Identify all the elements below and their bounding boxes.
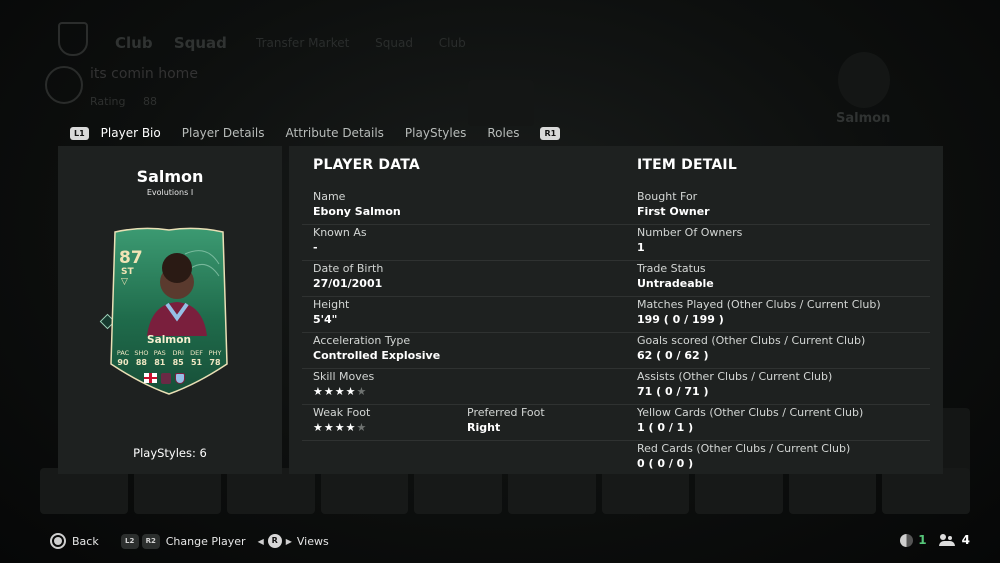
stat-value-def: 51 <box>190 358 203 367</box>
stat-value-sho: 88 <box>135 358 147 367</box>
playstyles-count: PlayStyles: 6 <box>133 446 207 460</box>
field-preferred-foot: Preferred Foot Right <box>467 406 545 434</box>
club-badge-icon <box>45 66 83 104</box>
bg-card-tile <box>468 80 534 126</box>
item-yellow-cards: Yellow Cards (Other Clubs / Current Club… <box>637 406 864 434</box>
field-skill-moves: Skill Moves ★★★★★ <box>313 370 375 399</box>
tab-attribute-details[interactable]: Attribute Details <box>286 126 384 140</box>
tab-roles[interactable]: Roles <box>487 126 519 140</box>
star-icon: ★ <box>313 421 324 434</box>
star-icon: ★ <box>356 421 368 434</box>
stat-label-pac: PAC <box>116 349 130 357</box>
item-bought-for: Bought For First Owner <box>637 190 710 218</box>
controller-hints-bar: Back L2 R2 Change Player ◀ R ▶ Views <box>50 533 329 549</box>
bg-nav-squad: Squad <box>173 34 227 52</box>
stat-label-dri: DRI <box>172 349 184 357</box>
star-icon: ★ <box>345 385 357 398</box>
player-info-tabs: L1 Player Bio Player Details Attribute D… <box>70 124 561 142</box>
league-badge-icon <box>161 373 171 384</box>
star-icon: ★ <box>313 385 324 398</box>
card-player-name: Salmon <box>147 334 191 346</box>
bg-squad-name: its comin home <box>90 66 198 82</box>
field-date-of-birth: Date of Birth 27/01/2001 <box>313 262 384 290</box>
change-player-hint[interactable]: Change Player <box>166 535 246 548</box>
bg-sub-squad: Squad <box>375 36 413 50</box>
stat-label-pas: PAS <box>153 349 166 357</box>
card-position: ST <box>121 267 134 277</box>
field-name: Name Ebony Salmon <box>313 190 401 218</box>
stat-value-phy: 78 <box>209 358 221 367</box>
card-stat-labels: PAC SHO PAS DRI DEF PHY <box>115 349 223 357</box>
bg-rating: Rating 88 <box>90 95 157 108</box>
right-arrow-icon: ▶ <box>285 536 292 546</box>
weak-foot-stars-icon: ★★★★★ <box>313 421 370 435</box>
stat-value-pas: 81 <box>154 358 166 367</box>
item-red-cards: Red Cards (Other Clubs / Current Club) 0… <box>637 442 851 470</box>
stat-label-sho: SHO <box>134 349 149 357</box>
left-arrow-icon: ◀ <box>257 536 264 546</box>
l1-button-icon[interactable]: L1 <box>70 126 89 140</box>
tab-player-bio[interactable]: Player Bio <box>101 126 161 140</box>
users-icon <box>938 534 955 546</box>
item-assists: Assists (Other Clubs / Current Club) 71 … <box>637 370 833 398</box>
item-trade-status: Trade Status Untradeable <box>637 262 714 290</box>
player-data-panel: PLAYER DATA ITEM DETAIL Name Ebony Salmo… <box>289 146 943 474</box>
skill-moves-stars-icon: ★★★★★ <box>313 385 374 399</box>
player-version: Evolutions I <box>146 188 194 197</box>
green-count: 1 <box>918 533 927 547</box>
club-crest-icon <box>175 373 185 384</box>
player-data-heading: PLAYER DATA <box>313 157 420 173</box>
r-stick-button-icon[interactable]: R <box>267 534 282 548</box>
users-count: 4 <box>961 533 970 547</box>
bg-right-player-name: Salmon <box>836 111 891 126</box>
england-flag-icon <box>144 373 157 383</box>
item-number-of-owners: Number Of Owners 1 <box>637 226 743 254</box>
field-known-as: Known As - <box>313 226 367 254</box>
tab-playstyles[interactable]: PlayStyles <box>405 126 466 140</box>
player-card: 87 ST ▽ Salmon PAC SHO PAS DRI DEF PHY 9… <box>107 224 231 396</box>
bg-sub-nav: Transfer Market Squad Club <box>256 36 488 50</box>
stat-value-pac: 90 <box>117 358 129 367</box>
tab-player-details[interactable]: Player Details <box>182 126 265 140</box>
r1-button-icon[interactable]: R1 <box>540 126 561 140</box>
field-weak-foot: Weak Foot ★★★★★ <box>313 406 371 435</box>
card-rating: 87 <box>119 248 143 268</box>
player-name-heading: Salmon <box>136 167 204 186</box>
star-icon: ★ <box>334 421 346 434</box>
back-hint[interactable]: Back <box>72 535 99 548</box>
status-indicators: 1 4 <box>900 533 970 547</box>
item-goals-scored: Goals scored (Other Clubs / Current Club… <box>637 334 866 362</box>
star-icon: ★ <box>356 385 368 398</box>
stat-value-dri: 85 <box>172 358 184 367</box>
stat-label-def: DEF <box>190 349 203 357</box>
bg-nav-club: Club <box>115 34 153 52</box>
card-badges <box>144 373 185 384</box>
ut-logo-icon <box>58 22 88 56</box>
card-stat-values: 90 88 81 85 51 78 <box>115 358 223 367</box>
stat-label-phy: PHY <box>208 349 222 357</box>
item-matches-played: Matches Played (Other Clubs / Current Cl… <box>637 298 881 326</box>
field-acceleration-type: Acceleration Type Controlled Explosive <box>313 334 441 362</box>
l2-button-icon[interactable]: L2 <box>120 533 139 549</box>
star-icon: ★ <box>334 385 346 398</box>
bg-top-nav: Club Squad <box>115 34 243 52</box>
row-divider <box>302 404 930 405</box>
half-circle-icon <box>900 533 914 547</box>
row-divider <box>302 296 930 297</box>
evolution-chevron-icon: ▽ <box>121 277 128 287</box>
star-icon: ★ <box>345 421 357 434</box>
row-divider <box>302 260 930 261</box>
circle-button-icon[interactable] <box>50 533 66 549</box>
r2-button-icon[interactable]: R2 <box>141 533 160 549</box>
views-hint[interactable]: Views <box>297 535 329 548</box>
bg-sub-transfer: Transfer Market <box>256 36 350 50</box>
star-icon: ★ <box>323 421 335 434</box>
bg-player-avatar <box>838 52 890 108</box>
field-height: Height 5'4" <box>313 298 350 326</box>
bg-sub-club: Club <box>438 36 466 50</box>
star-icon: ★ <box>323 385 335 398</box>
item-detail-heading: ITEM DETAIL <box>637 157 737 173</box>
